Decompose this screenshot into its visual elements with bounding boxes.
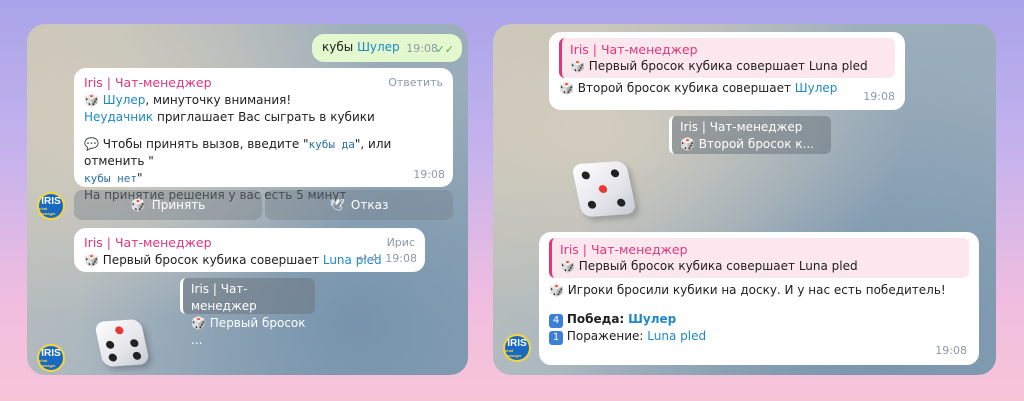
speech-bubble-icon: 💬: [84, 137, 99, 151]
quoted-message[interactable]: Iris | Чат-менеджер 🎲 Первый бросок куби…: [559, 38, 895, 78]
avatar-title: IRIS: [41, 195, 61, 207]
lose-label: Поражение:: [566, 329, 644, 343]
die-icon: 🎲: [560, 259, 575, 273]
mention-link[interactable]: Неудачник: [84, 110, 153, 124]
message-text: кубы: [322, 40, 354, 54]
author-signature: Ирис: [386, 236, 415, 249]
sender-name[interactable]: Iris | Чат-менеджер: [84, 235, 212, 250]
quoted-message[interactable]: Iris | Чат-менеджер 🎲 Первый бросок куби…: [549, 238, 969, 278]
die-icon: 🎲: [191, 316, 206, 330]
die-icon: 🎲: [130, 198, 146, 212]
command-code[interactable]: кубы нет: [84, 172, 137, 185]
result-message[interactable]: Iris | Чат-менеджер 🎲 Первый бросок куби…: [539, 232, 979, 365]
message-text: Второй бросок кубика совершает: [577, 81, 791, 95]
avatar-title: IRIS: [41, 347, 61, 359]
command-code[interactable]: кубы да: [309, 138, 355, 151]
reply-preview[interactable]: Iris | Чат-менеджер 🎲 Первый бросок ...: [180, 278, 315, 347]
button-label: Отказ: [350, 198, 389, 212]
message-text: Первый бросок кубика совершает: [102, 253, 320, 267]
die-icon: 🎲: [570, 59, 585, 73]
quote-text: Первый бросок кубика совершает Luna pled: [588, 59, 868, 73]
second-throw-message[interactable]: Iris | Чат-менеджер 🎲 Первый бросок куби…: [549, 32, 905, 110]
avatar-subtitle: chat manager: [39, 205, 56, 216]
die-icon: 🎲: [559, 81, 574, 95]
reply-preview[interactable]: Iris | Чат-менеджер 🎲 Второй бросок к...: [669, 116, 831, 154]
reply-title: Iris | Чат-менеджер: [680, 120, 803, 134]
double-check-icon: ✓✓: [435, 43, 454, 56]
accept-button[interactable]: 🎲 Принять: [74, 190, 262, 220]
message-time: 19:08: [385, 252, 417, 265]
quote-sender: Iris | Чат-менеджер: [570, 42, 698, 57]
right-chat-panel: Iris | Чат-менеджер 🎲 Первый бросок куби…: [493, 24, 996, 375]
message-time: 19:08: [406, 42, 438, 55]
invite-message[interactable]: Iris | Чат-менеджер Ответить 🎲 Шулер, ми…: [74, 68, 453, 202]
die-sticker: [94, 318, 150, 368]
avatar[interactable]: IRIS chat manager: [503, 334, 531, 362]
decline-button[interactable]: 🕊 Отказ: [265, 190, 453, 220]
message-time: 19:08: [935, 344, 967, 357]
message-time: 19:08: [413, 168, 445, 181]
bird-icon: 🕊: [329, 198, 345, 212]
message-text: приглашает Вас сыграть в кубики: [156, 110, 375, 124]
die-icon: 🎲: [84, 253, 99, 267]
forward-icon: ↩: [358, 252, 368, 265]
avatar-subtitle: chat manager: [505, 347, 522, 358]
mention-link[interactable]: Шулер: [628, 312, 676, 326]
mention-link[interactable]: Luna pled: [647, 329, 706, 343]
outgoing-message[interactable]: кубы Шулер 19:08 ✓✓: [312, 34, 462, 62]
mention-link[interactable]: Шулер: [357, 40, 400, 54]
die-sticker: [571, 160, 637, 218]
button-label: Принять: [151, 198, 206, 212]
avatar[interactable]: IRIS chat manager: [37, 192, 65, 220]
keycap-badge: 1: [549, 331, 563, 345]
avatar[interactable]: IRIS chat manager: [37, 344, 65, 372]
message-text: Чтобы принять вызов, введите ": [102, 137, 309, 151]
mention-link[interactable]: Шулер: [795, 81, 838, 95]
left-chat-panel: кубы Шулер 19:08 ✓✓ Iris | Чат-менеджер …: [27, 24, 468, 375]
message-time: 19:08: [863, 90, 895, 103]
message-text: Игроки бросили кубики на доску. И у нас …: [567, 283, 946, 297]
mention-link[interactable]: Шулер: [103, 93, 146, 107]
sender-name[interactable]: Iris | Чат-менеджер: [84, 75, 212, 90]
message-text: ": [136, 171, 143, 185]
avatar-subtitle: chat manager: [39, 357, 56, 368]
die-icon: 🎲: [680, 137, 695, 151]
avatar-title: IRIS: [507, 337, 527, 349]
reply-title: Iris | Чат-менеджер: [191, 282, 257, 313]
first-throw-message[interactable]: Iris | Чат-менеджер Ирис 🎲 Первый бросок…: [74, 228, 425, 272]
forward-count: 4: [370, 252, 378, 265]
die-icon: 🎲: [549, 283, 564, 297]
win-label: Победа:: [566, 312, 625, 326]
message-text: , минуточку внимания!: [145, 93, 292, 107]
reply-label[interactable]: Ответить: [388, 74, 443, 91]
quote-text: Первый бросок кубика совершает Luna pled: [578, 259, 858, 273]
reply-text: Первый бросок ...: [191, 316, 306, 347]
reply-text: Второй бросок к...: [698, 137, 814, 151]
quote-sender: Iris | Чат-менеджер: [560, 242, 688, 257]
keycap-badge: 4: [549, 314, 563, 328]
die-icon: 🎲: [84, 93, 99, 107]
